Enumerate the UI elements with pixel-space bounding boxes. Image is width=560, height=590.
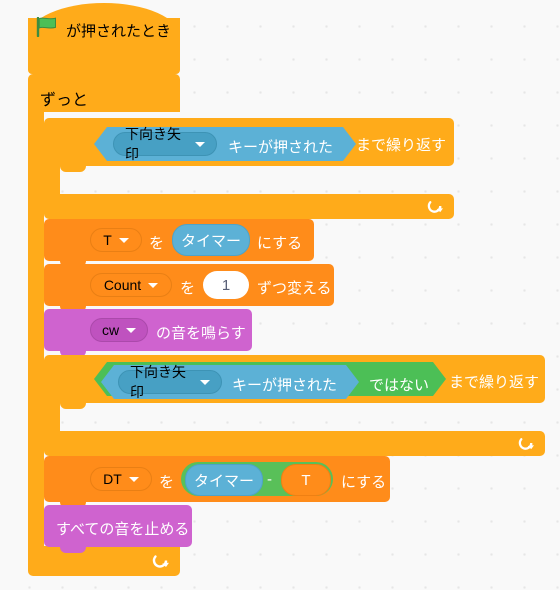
block-canvas[interactable]: が押されたとき ずっと 下向き矢印 キーが押された まで繰り返す T を タイマ… bbox=[0, 0, 560, 590]
key-dropdown-1[interactable]: 下向き矢印 bbox=[113, 126, 217, 162]
repeat-until-2-inner-notch bbox=[60, 403, 86, 409]
play-sound-suffix: の音を鳴らす bbox=[156, 325, 246, 342]
loop-arrow-icon bbox=[427, 201, 444, 213]
subtract-operator-symbol: - bbox=[267, 471, 272, 488]
green-flag-icon bbox=[36, 17, 56, 37]
loop-arrow-icon bbox=[152, 555, 169, 568]
set-t-suffix: にする bbox=[257, 235, 303, 252]
repeat-until-1-inner-notch bbox=[60, 166, 86, 172]
forever-label: ずっと bbox=[40, 92, 89, 109]
set-t-connector: を bbox=[149, 235, 165, 252]
timer-reporter-2-label: タイマー bbox=[193, 472, 254, 490]
hat-block-label: が押されたとき bbox=[66, 23, 172, 40]
forever-left-spine bbox=[28, 112, 44, 546]
chevron-down-icon bbox=[128, 476, 139, 482]
key-dropdown-2-label: 下向き矢印 bbox=[130, 364, 186, 400]
set-dt-connector: を bbox=[159, 474, 175, 491]
timer-reporter-1[interactable]: タイマー bbox=[172, 224, 250, 256]
chevron-down-icon bbox=[148, 282, 159, 288]
variable-dropdown-count-label: Count bbox=[103, 277, 142, 293]
repeat-until-2-left-spine bbox=[44, 403, 60, 431]
chevron-down-icon bbox=[126, 327, 137, 333]
change-count-connector: を bbox=[180, 280, 196, 297]
repeat-until-1-bottom-bar bbox=[44, 194, 454, 225]
repeat-until-2-label: まで繰り返す bbox=[449, 374, 540, 391]
not-label: ではない bbox=[369, 377, 430, 394]
stop-all-sounds-label: すべての音を止める bbox=[56, 521, 190, 538]
timer-reporter-2[interactable]: タイマー bbox=[185, 464, 263, 496]
sound-dropdown-cw-label: cw bbox=[101, 322, 120, 338]
variable-dropdown-t-label: T bbox=[103, 232, 112, 248]
repeat-until-1-label: まで繰り返す bbox=[356, 137, 447, 154]
repeat-until-1-left-spine bbox=[44, 166, 60, 194]
variable-dropdown-dt[interactable]: DT bbox=[90, 467, 152, 491]
chevron-down-icon bbox=[195, 141, 205, 147]
stop-all-sounds-bottom-notch bbox=[60, 547, 86, 553]
key-pressed-2-text: キーが押された bbox=[232, 377, 338, 394]
set-dt-suffix: にする bbox=[341, 474, 387, 491]
change-count-value-input[interactable]: 1 bbox=[203, 271, 249, 299]
chevron-down-icon bbox=[200, 379, 210, 385]
variable-dropdown-dt-label: DT bbox=[103, 471, 122, 487]
repeat-until-2-bottom-bar bbox=[44, 431, 545, 462]
variable-reporter-t-label: T bbox=[301, 471, 311, 489]
sound-dropdown-cw[interactable]: cw bbox=[90, 318, 148, 342]
change-count-value: 1 bbox=[221, 276, 231, 294]
change-count-suffix: ずつ変える bbox=[257, 280, 332, 297]
key-pressed-1-text: キーが押された bbox=[228, 139, 334, 156]
chevron-down-icon bbox=[118, 237, 129, 243]
key-dropdown-1-label: 下向き矢印 bbox=[125, 126, 181, 162]
variable-reporter-t[interactable]: T bbox=[281, 464, 331, 496]
timer-reporter-1-label: タイマー bbox=[180, 232, 241, 250]
loop-arrow-icon bbox=[518, 438, 535, 450]
key-dropdown-2[interactable]: 下向き矢印 bbox=[118, 364, 222, 400]
variable-dropdown-t[interactable]: T bbox=[90, 228, 142, 252]
variable-dropdown-count[interactable]: Count bbox=[90, 273, 172, 297]
